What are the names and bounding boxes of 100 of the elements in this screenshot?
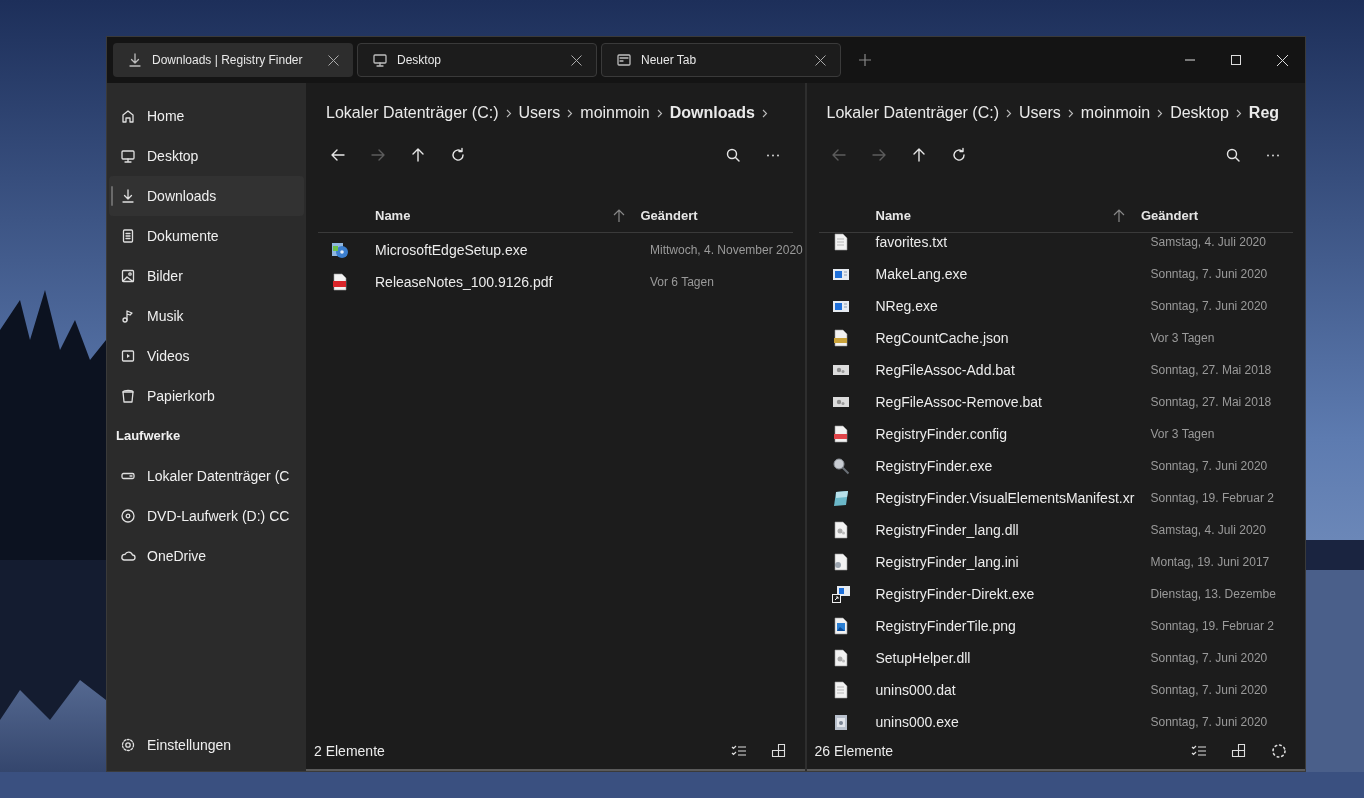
modified-date: Sonntag, 7. Juni 2020	[1150, 714, 1268, 731]
file-row[interactable]: RegFileAssoc-Remove.bat Sonntag, 27. Mai 2018	[806, 386, 1305, 418]
chevron-icon	[1006, 108, 1012, 118]
selection-indicator	[111, 186, 113, 206]
file-row[interactable]: RegistryFinder.config Vor 3 Tagen	[806, 418, 1305, 450]
file-name: MakeLang.exe	[875, 264, 969, 284]
json-file-icon	[831, 329, 850, 347]
file-row[interactable]: RegistryFinder.VisualElementsManifest.xr Sonntag, 19. Februar 2	[806, 482, 1305, 514]
modified-date: Sonntag, 27. Mai 2018	[1150, 362, 1272, 379]
file-row[interactable]: MicrosoftEdgeSetup.exe Mittwoch, 4. November 2020	[306, 234, 805, 266]
breadcrumb-item[interactable]: Users	[518, 101, 561, 125]
tab[interactable]: Neuer Tab	[601, 43, 841, 77]
text-file-icon	[831, 233, 850, 251]
sidebar-item[interactable]: Home	[109, 96, 304, 136]
file-row[interactable]: RegistryFinderTile.png Sonntag, 19. Februar 2	[806, 610, 1305, 642]
modified-date: Sonntag, 7. Juni 2020	[1150, 266, 1268, 283]
sidebar-item[interactable]: Desktop	[109, 136, 304, 176]
tile-icon	[831, 489, 850, 507]
breadcrumb-item[interactable]: Downloads	[669, 101, 755, 125]
close-tab-icon[interactable]	[571, 54, 582, 66]
forward-icon	[370, 147, 386, 163]
modified-date: Dienstag, 13. Dezembe	[1150, 586, 1276, 603]
file-name: RegistryFinder_lang.ini	[875, 552, 1020, 572]
modified-date: Vor 3 Tagen	[1150, 426, 1215, 443]
file-name: RegistryFinder-Direkt.exe	[875, 584, 1036, 604]
disc-icon	[120, 508, 136, 524]
file-row[interactable]: MakeLang.exe Sonntag, 7. Juni 2020	[806, 258, 1305, 290]
modified-date: Mittwoch, 4. November 2020	[650, 242, 803, 259]
sort-arrow-icon[interactable]	[612, 208, 625, 223]
file-name: NReg.exe	[875, 296, 939, 316]
sidebar-item[interactable]: Musik	[109, 296, 304, 336]
maximize-icon	[1231, 55, 1241, 65]
tab[interactable]: Desktop	[357, 43, 597, 77]
refresh-icon	[950, 147, 967, 163]
breadcrumb-item[interactable]: moinmoin	[580, 101, 650, 125]
chevron-icon[interactable]	[762, 108, 768, 118]
tab[interactable]: Downloads | Registry Finder	[113, 43, 353, 77]
checklist-icon	[730, 743, 747, 759]
column-header[interactable]: Name	[375, 205, 411, 226]
file-name: RegistryFinder_lang.dll	[875, 520, 1020, 540]
back-icon	[830, 147, 847, 163]
chevron-icon	[1157, 108, 1164, 118]
gear-file-icon	[831, 649, 850, 667]
file-row[interactable]: RegistryFinder-Direkt.exe Dienstag, 13. Dezembe	[806, 578, 1305, 610]
sidebar-item[interactable]: Papierkorb	[109, 376, 304, 416]
layout-icon	[770, 743, 787, 759]
file-row[interactable]: ReleaseNotes_100.9126.pdf Vor 6 Tagen	[306, 266, 805, 298]
file-row[interactable]: RegistryFinder_lang.ini Montag, 19. Juni 2017	[806, 546, 1305, 578]
breadcrumb-item[interactable]: Lokaler Datenträger (C:)	[326, 101, 499, 125]
item-count: 26 Elemente	[814, 741, 894, 761]
sidebar-item[interactable]: Downloads	[109, 176, 304, 216]
sidebar-item[interactable]: DVD-Laufwerk (D:) CC	[109, 496, 304, 536]
modified-date: Vor 6 Tagen	[650, 274, 714, 291]
file-row[interactable]: RegCountCache.json Vor 3 Tagen	[806, 322, 1305, 354]
modified-date: Montag, 19. Juni 2017	[1150, 554, 1270, 571]
column-header[interactable]: Geändert	[640, 205, 793, 226]
breadcrumb-item[interactable]: Users	[1019, 101, 1061, 125]
sidebar-item[interactable]: Lokaler Datenträger (C	[109, 456, 304, 496]
file-row[interactable]: unins000.exe Sonntag, 7. Juni 2020	[806, 706, 1305, 733]
file-row[interactable]: favorites.txt Samstag, 4. Juli 2020	[806, 233, 1305, 258]
breadcrumb-item[interactable]: moinmoin	[1080, 101, 1151, 125]
breadcrumb-item[interactable]: Desktop	[1170, 101, 1229, 125]
settings-icon	[120, 737, 136, 753]
tab-page-icon	[616, 52, 632, 68]
file-name: RegFileAssoc-Remove.bat	[875, 392, 1043, 412]
close-icon	[1276, 54, 1288, 66]
modified-date: Sonntag, 19. Februar 2	[1150, 490, 1274, 507]
file-row[interactable]: SetupHelper.dll Sonntag, 7. Juni 2020	[806, 642, 1305, 674]
close-tab-icon[interactable]	[815, 54, 826, 66]
sidebar-item[interactable]: Videos	[109, 336, 304, 376]
breadcrumb-item[interactable]: Reg	[1248, 101, 1280, 125]
file-row[interactable]: unins000.dat Sonntag, 7. Juni 2020	[806, 674, 1305, 706]
gear-file-icon	[831, 521, 850, 539]
magnifier-icon	[831, 457, 850, 475]
file-name: SetupHelper.dll	[875, 648, 972, 668]
file-row[interactable]: RegistryFinder.exe Sonntag, 7. Juni 2020	[806, 450, 1305, 482]
file-row[interactable]: NReg.exe Sonntag, 7. Juni 2020	[806, 290, 1305, 322]
image-file-icon	[831, 617, 850, 635]
document-icon	[120, 228, 136, 244]
chevron-icon	[1067, 108, 1074, 118]
refresh-icon	[450, 147, 466, 163]
settings-item[interactable]: Einstellungen	[107, 725, 306, 765]
text-file-icon	[831, 681, 850, 699]
download-icon	[120, 188, 136, 204]
file-name: unins000.exe	[875, 712, 960, 732]
close-tab-icon[interactable]	[328, 54, 339, 66]
video-icon	[120, 348, 136, 364]
search-icon	[724, 147, 741, 163]
sidebar-item[interactable]: Bilder	[109, 256, 304, 296]
sidebar-item[interactable]: OneDrive	[109, 536, 304, 576]
more-icon	[765, 153, 780, 157]
sidebar-item[interactable]: Dokumente	[109, 216, 304, 256]
sort-arrow-icon[interactable]	[1113, 208, 1125, 223]
column-header[interactable]: Geändert	[1141, 205, 1293, 226]
file-row[interactable]: RegFileAssoc-Add.bat Sonntag, 27. Mai 2018	[806, 354, 1305, 386]
breadcrumb-item[interactable]: Lokaler Datenträger (C:)	[826, 101, 999, 125]
new-tab-icon[interactable]	[859, 54, 871, 66]
column-header[interactable]: Name	[875, 205, 911, 226]
file-row[interactable]: RegistryFinder_lang.dll Samstag, 4. Juli 2020	[806, 514, 1305, 546]
more-icon	[1266, 153, 1280, 157]
